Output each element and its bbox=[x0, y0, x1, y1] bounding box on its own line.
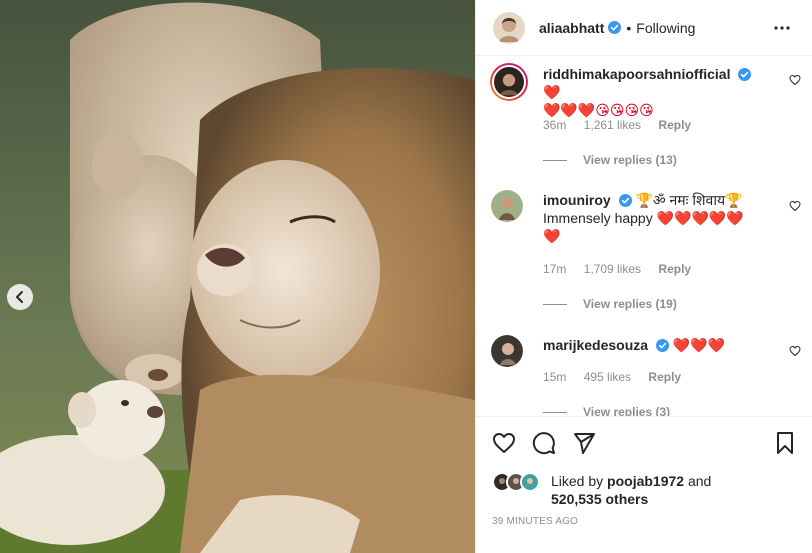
commenter-avatar-image bbox=[491, 335, 523, 367]
chevron-left-icon bbox=[16, 291, 23, 303]
comment-time: 17m bbox=[543, 262, 567, 276]
view-replies-line bbox=[543, 411, 567, 413]
comment-text: marijkedesouza ❤️❤️❤️ bbox=[543, 336, 768, 354]
author-avatar[interactable] bbox=[493, 11, 525, 44]
view-replies-line bbox=[543, 159, 567, 161]
verified-icon bbox=[618, 194, 632, 207]
comment-likes[interactable]: 495 likes bbox=[584, 370, 631, 384]
author-avatar-image bbox=[493, 11, 525, 44]
comment-meta: 36m 1,261 likes Reply bbox=[543, 118, 705, 132]
share-icon[interactable] bbox=[572, 431, 596, 455]
comments-list[interactable]: riddhimakapoorsahniofficial ❤️ ❤️❤️❤️😘😘😘… bbox=[476, 56, 812, 416]
comment-content: 🏆ॐ नमः शिवाय🏆 bbox=[635, 192, 743, 208]
comment-content: ❤️❤️❤️ bbox=[672, 337, 726, 353]
following-button[interactable]: Following bbox=[636, 20, 695, 36]
post-image[interactable] bbox=[0, 0, 475, 553]
bookmark-icon[interactable] bbox=[773, 431, 797, 455]
verified-icon bbox=[655, 339, 669, 352]
liked-by-conj: and bbox=[687, 473, 712, 489]
comment-time: 36m bbox=[543, 118, 567, 132]
comment-meta: 17m 1,709 likes Reply bbox=[543, 262, 705, 276]
post-timestamp[interactable]: 39 MINUTES AGO bbox=[492, 516, 578, 527]
comment-icon[interactable] bbox=[532, 431, 556, 455]
comment-text: riddhimakapoorsahniofficial ❤️ ❤️❤️❤️😘😘😘… bbox=[543, 65, 768, 119]
comment-heart-icon[interactable] bbox=[789, 200, 801, 212]
more-icon[interactable] bbox=[772, 18, 792, 38]
reply-button[interactable]: Reply bbox=[658, 118, 691, 132]
view-replies-line bbox=[543, 303, 567, 305]
comment-heart-icon[interactable] bbox=[789, 345, 801, 357]
comment-avatar[interactable] bbox=[491, 335, 523, 367]
liked-by-prefix: Liked by bbox=[551, 473, 604, 489]
post-actions: Liked by poojab1972 and 520,535 others 3… bbox=[476, 416, 812, 553]
comment-likes[interactable]: 1,709 likes bbox=[584, 262, 641, 276]
comment-likes[interactable]: 1,261 likes bbox=[584, 118, 641, 132]
comment-username[interactable]: marijkedesouza bbox=[543, 337, 648, 353]
view-replies-button[interactable]: View replies (19) bbox=[543, 297, 677, 311]
comment-content-line2: ❤️❤️❤️😘😘😘😘 bbox=[543, 102, 654, 118]
author-username[interactable]: aliaabhatt bbox=[539, 20, 604, 36]
liker-avatar-image bbox=[522, 474, 538, 490]
reply-button[interactable]: Reply bbox=[658, 262, 691, 276]
view-replies-label: View replies (13) bbox=[583, 153, 677, 167]
previous-slide-button[interactable] bbox=[7, 284, 33, 310]
comment-avatar[interactable] bbox=[491, 190, 523, 222]
instagram-post: aliaabhatt • Following riddhimakapoorsah… bbox=[0, 0, 812, 553]
view-replies-label: View replies (3) bbox=[583, 405, 671, 416]
comment-content: ❤️ bbox=[543, 84, 561, 100]
view-replies-button[interactable]: View replies (3) bbox=[543, 405, 670, 416]
comment-meta: 15m 495 likes Reply bbox=[543, 370, 695, 384]
separator-dot: • bbox=[626, 19, 632, 36]
comment-avatar[interactable] bbox=[490, 63, 528, 101]
liked-by-user[interactable]: poojab1972 bbox=[607, 473, 684, 489]
commenter-avatar-image bbox=[492, 65, 526, 99]
comment-item: marijkedesouza ❤️❤️❤️ 15m 495 likes Repl… bbox=[491, 335, 801, 416]
comment-content-line2: Immensely happy ❤️❤️❤️❤️❤️ bbox=[543, 210, 744, 226]
post-side-panel: aliaabhatt • Following riddhimakapoorsah… bbox=[475, 0, 812, 553]
comment-content-line3: ❤️ bbox=[543, 228, 561, 244]
comment-username[interactable]: imouniroy bbox=[543, 192, 611, 208]
view-replies-button[interactable]: View replies (13) bbox=[543, 153, 677, 167]
post-header: aliaabhatt • Following bbox=[476, 0, 812, 56]
verified-icon bbox=[738, 68, 752, 81]
liked-by-avatars[interactable] bbox=[492, 472, 540, 492]
liker-avatar bbox=[520, 472, 540, 492]
comment-time: 15m bbox=[543, 370, 567, 384]
heart-icon[interactable] bbox=[492, 431, 516, 455]
liked-by-others[interactable]: 520,535 others bbox=[551, 491, 648, 507]
commenter-avatar-image bbox=[491, 190, 523, 222]
reply-button[interactable]: Reply bbox=[648, 370, 681, 384]
comment-username[interactable]: riddhimakapoorsahniofficial bbox=[543, 66, 730, 82]
view-replies-label: View replies (19) bbox=[583, 297, 677, 311]
comment-item: imouniroy 🏆ॐ नमः शिवाय🏆 Immensely happy … bbox=[491, 190, 801, 320]
lions-photo bbox=[0, 0, 475, 553]
liked-by-text: Liked by poojab1972 and 520,535 others bbox=[551, 472, 771, 508]
verified-icon bbox=[608, 21, 622, 34]
comment-item: riddhimakapoorsahniofficial ❤️ ❤️❤️❤️😘😘😘… bbox=[490, 63, 801, 184]
comment-text: imouniroy 🏆ॐ नमः शिवाय🏆 Immensely happy … bbox=[543, 191, 768, 245]
comment-heart-icon[interactable] bbox=[789, 74, 801, 86]
